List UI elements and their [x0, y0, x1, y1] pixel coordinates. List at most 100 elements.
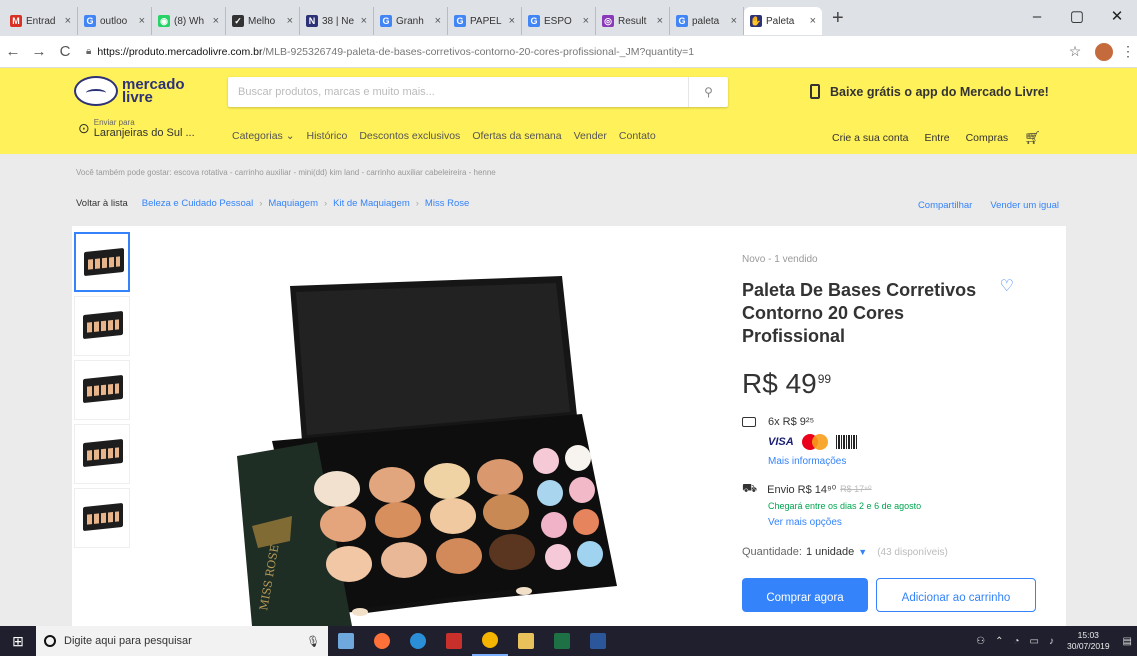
reload-icon[interactable]: C: [52, 43, 78, 60]
tab-title: paleta: [692, 15, 720, 27]
tab-close-icon[interactable]: ×: [731, 15, 737, 27]
palette-pan: [545, 544, 571, 570]
maximize-button[interactable]: ▢: [1057, 0, 1097, 36]
search-input[interactable]: [228, 77, 688, 107]
chevron-up-icon[interactable]: ⌃: [995, 636, 1003, 647]
browser-tab[interactable]: G PAPEL ×: [448, 7, 522, 35]
browser-tab[interactable]: G ESPO ×: [522, 7, 596, 35]
add-to-cart-button[interactable]: Adicionar ao carrinho: [876, 578, 1036, 612]
thumbnail[interactable]: [74, 424, 130, 484]
quantity-value[interactable]: 1 unidade: [806, 546, 854, 558]
file-explorer-icon[interactable]: [508, 626, 544, 656]
thumbnail[interactable]: [74, 360, 130, 420]
login-link[interactable]: Entre: [924, 132, 949, 144]
people-icon[interactable]: ⚇: [976, 636, 985, 647]
browser-tab[interactable]: G Granh ×: [374, 7, 448, 35]
minimize-button[interactable]: –: [1017, 0, 1057, 36]
excel-icon[interactable]: [544, 626, 580, 656]
clock-date: 30/07/2019: [1067, 641, 1110, 651]
create-account-link[interactable]: Crie a sua conta: [832, 132, 908, 144]
browser-tab[interactable]: Gpaleta ×: [670, 7, 744, 35]
volume-icon[interactable]: ♪: [1049, 636, 1054, 647]
cart-icon[interactable]: 🛒︎: [1024, 130, 1041, 146]
tab-close-icon[interactable]: ×: [139, 15, 145, 27]
search-icon[interactable]: ⚲: [688, 77, 728, 107]
palette-pan: [569, 477, 595, 503]
chrome-icon[interactable]: [472, 626, 508, 656]
browser-tab-strip: M Entrad × Goutloo × ◉ (8) Wh × ✓ Melho × N 38 | Ne ×…: [0, 0, 1137, 36]
bookmark-star-icon[interactable]: ☆: [1063, 43, 1087, 60]
tab-close-icon[interactable]: ×: [583, 15, 589, 27]
forward-icon[interactable]: →: [26, 43, 52, 60]
heart-icon[interactable]: ♡: [1000, 276, 1014, 296]
browser-tab[interactable]: ✋ Paleta ×: [744, 7, 822, 35]
quantity-selector[interactable]: Quantidade: 1 unidade ▼ (43 disponíveis): [742, 546, 1042, 558]
nav-ofertas[interactable]: Ofertas da semana: [472, 130, 561, 142]
nav-contato[interactable]: Contato: [619, 130, 656, 142]
taskbar-search[interactable]: Digite aqui para pesquisar 🎙︎: [36, 626, 328, 656]
nav-vender[interactable]: Vender: [574, 130, 607, 142]
more-shipping-options-link[interactable]: Ver mais opções: [768, 517, 1042, 528]
tab-close-icon[interactable]: ×: [435, 15, 441, 27]
location-pin-icon: ⊙: [78, 120, 90, 136]
new-tab-button[interactable]: +: [832, 7, 844, 30]
breadcrumb-item[interactable]: Beleza e Cuidado Pessoal: [142, 198, 253, 209]
tab-close-icon[interactable]: ×: [213, 15, 219, 27]
nav-historico[interactable]: Histórico: [307, 130, 348, 142]
url-field[interactable]: 🔒︎ https://produto.mercadolivre.com.br/M…: [86, 46, 1055, 58]
credit-card-icon: [742, 417, 756, 427]
microphone-icon[interactable]: 🎙︎: [306, 635, 320, 648]
app-download-banner[interactable]: Baixe grátis o app do Mercado Livre!: [810, 84, 1049, 99]
thumbnail[interactable]: [74, 232, 130, 292]
more-info-link[interactable]: Mais informações: [768, 456, 1042, 467]
menu-kebab-icon[interactable]: ⋮: [1121, 43, 1137, 60]
browser-tab[interactable]: ◎ Result ×: [596, 7, 670, 35]
location-value: Laranjeiras do Sul ...: [93, 127, 195, 139]
tab-close-icon[interactable]: ×: [65, 15, 71, 27]
breadcrumb-item[interactable]: Miss Rose: [425, 198, 469, 209]
lock-icon: 🔒︎: [86, 46, 92, 57]
system-tray: ⚇ ⌃ ◔ ▭ ♪ 15:03 30/07/2019 ▤: [971, 630, 1137, 652]
network-icon[interactable]: ◔: [1014, 636, 1020, 647]
thumbnail[interactable]: [74, 296, 130, 356]
tab-close-icon[interactable]: ×: [361, 15, 367, 27]
edge-icon[interactable]: [400, 626, 436, 656]
browser-tab[interactable]: Goutloo ×: [78, 7, 152, 35]
clock[interactable]: 15:03 30/07/2019: [1067, 630, 1110, 652]
purchases-link[interactable]: Compras: [966, 132, 1009, 144]
mercado-livre-logo[interactable]: mercado livre: [74, 76, 185, 106]
browser-tab[interactable]: M Entrad ×: [4, 7, 78, 35]
breadcrumb-item[interactable]: Maquiagem: [268, 198, 318, 209]
acrobat-icon[interactable]: [436, 626, 472, 656]
nav-descontos[interactable]: Descontos exclusivos: [359, 130, 460, 142]
back-icon[interactable]: ←: [0, 43, 26, 60]
browser-tab[interactable]: ✓ Melho ×: [226, 7, 300, 35]
task-view-icon[interactable]: [328, 626, 364, 656]
sell-same-link[interactable]: Vender um igual: [990, 200, 1059, 211]
battery-icon[interactable]: ▭: [1030, 636, 1039, 647]
tab-close-icon[interactable]: ×: [509, 15, 515, 27]
profile-avatar[interactable]: [1095, 42, 1113, 61]
close-window-button[interactable]: ✕: [1097, 0, 1137, 36]
tab-close-icon[interactable]: ×: [810, 15, 816, 27]
breadcrumb-item[interactable]: Kit de Maquiagem: [333, 198, 410, 209]
windows-start-icon[interactable]: ⊞: [0, 633, 36, 650]
tab-close-icon[interactable]: ×: [657, 15, 663, 27]
back-to-list-link[interactable]: Voltar à lista: [76, 198, 128, 209]
firefox-icon[interactable]: [364, 626, 400, 656]
url-host: https://produto.mercadolivre.com.br: [97, 45, 263, 58]
notifications-icon[interactable]: ▤: [1123, 636, 1132, 647]
thumbnail[interactable]: [74, 488, 130, 548]
tab-favicon-icon: ✓: [232, 15, 244, 27]
delivery-location[interactable]: ⊙ Enviar para Laranjeiras do Sul ...: [78, 118, 195, 139]
browser-tab[interactable]: N 38 | Ne ×: [300, 7, 374, 35]
word-icon[interactable]: [580, 626, 616, 656]
related-searches[interactable]: Você também pode gostar: escova rotativa…: [76, 168, 496, 177]
buy-now-button[interactable]: Comprar agora: [742, 578, 868, 612]
chevron-down-icon[interactable]: ▼: [858, 547, 867, 557]
product-image[interactable]: MISS ROSE: [232, 266, 652, 626]
browser-tab[interactable]: ◉ (8) Wh ×: [152, 7, 226, 35]
share-link[interactable]: Compartilhar: [918, 200, 972, 211]
nav-categorias[interactable]: Categorias ⌄: [232, 130, 295, 142]
tab-close-icon[interactable]: ×: [287, 15, 293, 27]
